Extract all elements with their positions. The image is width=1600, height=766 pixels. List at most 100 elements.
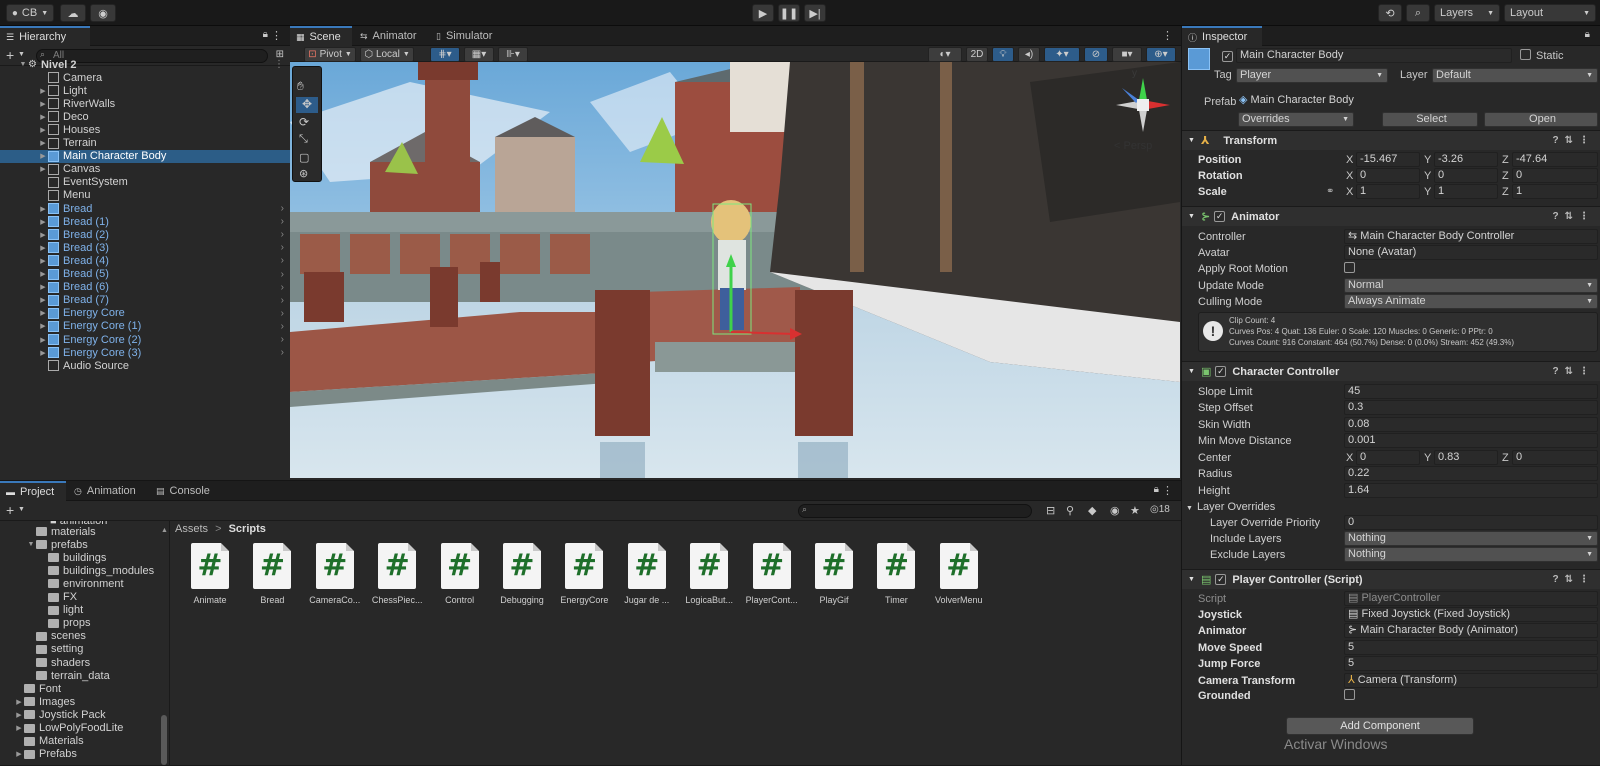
hierarchy-item[interactable]: ▶ Bread (5) ›: [0, 268, 290, 281]
hierarchy-item[interactable]: ▶ Main Character Body: [0, 149, 290, 163]
collab-button[interactable]: ◉: [90, 4, 116, 22]
more-menu-icon[interactable]: ⋮: [1162, 484, 1173, 497]
folder-tree-item[interactable]: ▶ Joystick Pack: [0, 708, 105, 721]
step-button[interactable]: ▶|: [804, 4, 826, 22]
script-asset[interactable]: # Debugging: [492, 543, 552, 605]
script-asset[interactable]: # LogicaBut...: [679, 543, 739, 605]
expand-arrow-icon[interactable]: ▶: [38, 165, 48, 173]
jump-force-field[interactable]: 5: [1344, 656, 1598, 671]
hierarchy-item[interactable]: ▶ Terrain: [0, 137, 290, 150]
camera-transform-field[interactable]: ⅄ Camera (Transform): [1344, 673, 1598, 688]
joystick-field[interactable]: ▤ Fixed Joystick (Fixed Joystick): [1344, 607, 1598, 622]
hierarchy-item[interactable]: ▶ Deco: [0, 110, 290, 123]
folder-tree-item[interactable]: ▼ prefabs: [0, 538, 88, 551]
grounded-checkbox[interactable]: [1344, 689, 1361, 703]
scroll-up-icon[interactable]: ▲: [161, 527, 168, 537]
search-button[interactable]: ⌕: [1406, 4, 1430, 22]
chevron-right-icon[interactable]: ›: [281, 308, 284, 319]
project-search-input[interactable]: [798, 504, 1032, 518]
hierarchy-item[interactable]: ▶ Light: [0, 84, 290, 97]
exclude-layers-dropdown[interactable]: Nothing ▼: [1344, 547, 1598, 562]
expand-arrow-icon[interactable]: ▶: [38, 322, 48, 330]
tab-animation[interactable]: ◷ Animation: [68, 481, 146, 501]
folder-tree-item[interactable]: Font: [0, 682, 61, 695]
expand-arrow-icon[interactable]: ▼: [18, 61, 28, 68]
expand-arrow-icon[interactable]: ▶: [38, 152, 48, 160]
breadcrumb-assets[interactable]: Assets: [175, 523, 208, 535]
scale-y-field[interactable]: 1: [1434, 184, 1498, 199]
hierarchy-item[interactable]: ▶ RiverWalls: [0, 97, 290, 110]
hierarchy-item[interactable]: ▶ Bread (6) ›: [0, 281, 290, 294]
component-menu-icons[interactable]: ?⇅⋮: [1553, 135, 1596, 146]
character-controller-header[interactable]: ▼ ▣ ✓ Character Controller ?⇅⋮: [1182, 361, 1600, 381]
scale-x-field[interactable]: 1: [1356, 184, 1420, 199]
chevron-right-icon[interactable]: ›: [281, 295, 284, 306]
rotation-z-field[interactable]: 0: [1512, 168, 1598, 183]
hierarchy-item[interactable]: ▶ Bread (7) ›: [0, 294, 290, 307]
folder-tree-item[interactable]: environment: [0, 577, 124, 590]
pivot-toggle[interactable]: ⊡ Pivot ▼: [304, 47, 356, 62]
player-controller-enabled-checkbox[interactable]: ✓: [1215, 574, 1227, 585]
radius-field[interactable]: 0.22: [1344, 466, 1598, 481]
script-asset[interactable]: # ChessPiec...: [367, 543, 427, 605]
tab-scene[interactable]: ▦ Scene: [290, 26, 352, 46]
expand-arrow-icon[interactable]: ▶: [14, 724, 24, 732]
expand-arrow-icon[interactable]: ▶: [38, 336, 48, 344]
hierarchy-item[interactable]: Menu: [0, 189, 290, 202]
chevron-right-icon[interactable]: ›: [281, 242, 284, 253]
hierarchy-item[interactable]: EventSystem: [0, 176, 290, 189]
folder-tree-item[interactable]: shaders: [0, 656, 90, 669]
include-layers-dropdown[interactable]: Nothing ▼: [1344, 531, 1598, 546]
more-menu-icon[interactable]: ⋮: [1162, 29, 1173, 42]
hand-tool-icon[interactable]: ✋︎: [297, 79, 304, 94]
hierarchy-item[interactable]: ▶ Houses: [0, 123, 290, 136]
transform-header[interactable]: ▼ ⅄ Transform ?⇅⋮: [1182, 130, 1600, 150]
rotate-tool-icon[interactable]: ⟳: [299, 115, 309, 129]
expand-arrow-icon[interactable]: ▶: [38, 270, 48, 278]
snap-toggle[interactable]: ⋕▾: [430, 47, 460, 62]
account-dropdown[interactable]: ● CB ▼: [6, 4, 54, 22]
perspective-label[interactable]: < Persp: [1114, 140, 1152, 152]
tab-hierarchy[interactable]: ☰ Hierarchy: [0, 26, 90, 46]
position-y-field[interactable]: -3.26: [1434, 152, 1498, 167]
height-field[interactable]: 1.64: [1344, 483, 1598, 498]
hierarchy-item[interactable]: ▶ Bread (3) ›: [0, 241, 290, 254]
scale-tool-icon[interactable]: ⤡: [299, 133, 308, 146]
script-asset[interactable]: # EnergyCore: [554, 543, 614, 605]
cloud-button[interactable]: ☁: [60, 4, 86, 22]
expand-arrow-icon[interactable]: ▶: [38, 100, 48, 108]
expand-arrow-icon[interactable]: ▶: [38, 296, 48, 304]
expand-arrow-icon[interactable]: ▶: [38, 218, 48, 226]
folder-tree-item[interactable]: materials: [0, 525, 96, 538]
folder-tree-item[interactable]: ▶ Images: [0, 695, 75, 708]
expand-arrow-icon[interactable]: ▶: [38, 87, 48, 95]
character-controller-enabled-checkbox[interactable]: ✓: [1215, 366, 1227, 377]
animator-ref-field[interactable]: ⊱ Main Character Body (Animator): [1344, 623, 1598, 638]
object-name-field[interactable]: Main Character Body: [1236, 48, 1512, 63]
search-by-type-icon[interactable]: ⊟: [1046, 504, 1055, 517]
animator-header[interactable]: ▼ ⊱ ✓ Animator ?⇅⋮: [1182, 206, 1600, 226]
folder-tree-item[interactable]: ▶ Prefabs: [0, 748, 77, 761]
pause-button[interactable]: ❚❚: [778, 4, 800, 22]
expand-arrow-icon[interactable]: ▶: [38, 309, 48, 317]
chevron-right-icon[interactable]: ›: [281, 334, 284, 345]
tab-animator[interactable]: ⇆ Animator: [354, 26, 424, 46]
overrides-dropdown[interactable]: Overrides ▼: [1238, 112, 1354, 127]
update-mode-dropdown[interactable]: Normal ▼: [1344, 278, 1598, 293]
chevron-down-icon[interactable]: ▼: [18, 51, 25, 58]
expand-arrow-icon[interactable]: ▶: [38, 126, 48, 134]
rotation-x-field[interactable]: 0: [1356, 168, 1420, 183]
hierarchy-item[interactable]: ▶ Canvas: [0, 163, 290, 176]
center-z-field[interactable]: 0: [1512, 450, 1598, 465]
local-toggle[interactable]: ⬡ Local ▼: [360, 47, 414, 62]
gizmos-dropdown[interactable]: ⊕▾: [1146, 47, 1176, 62]
breadcrumb-scripts[interactable]: Scripts: [229, 523, 266, 535]
step-offset-field[interactable]: 0.3: [1344, 400, 1598, 415]
component-menu-icons[interactable]: ?⇅⋮: [1553, 366, 1596, 377]
center-y-field[interactable]: 0.83: [1434, 450, 1498, 465]
scene-viewport[interactable]: ✋︎ ✥ ⟳ ⤡ ▢ ⊛ y < Persp: [290, 62, 1180, 478]
star-icon[interactable]: ★: [1130, 504, 1140, 517]
scene-root[interactable]: ▼ ⚙ Nivel 2 ⋮: [0, 58, 290, 71]
grid-snap-toggle[interactable]: ▦▾: [464, 47, 494, 62]
chevron-right-icon[interactable]: ›: [281, 216, 284, 227]
